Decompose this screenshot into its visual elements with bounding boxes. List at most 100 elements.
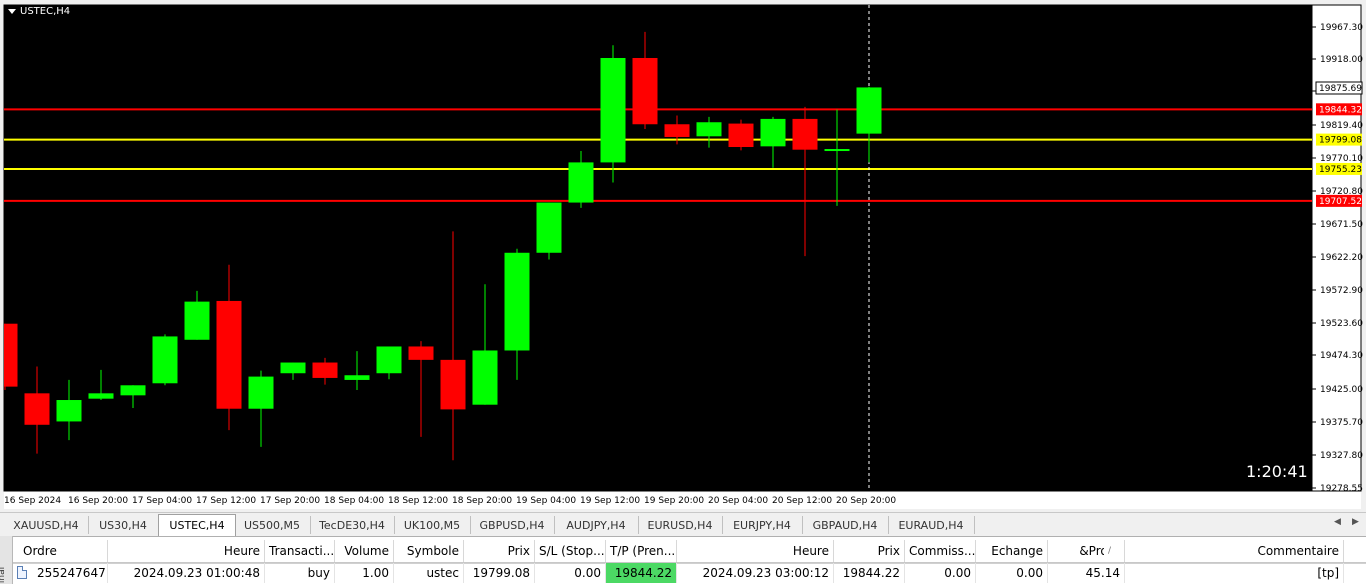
column-header-4[interactable]: Symbole [394,540,464,562]
tab-eurusd-h4[interactable]: EURUSD,H4 [638,516,723,534]
table-cell-0: 255247647 [13,563,108,583]
candle-body [728,123,754,148]
dropdown-triangle-icon[interactable] [8,9,16,14]
table-cell-5: 19799.08 [464,563,535,583]
column-header-2[interactable]: Transacti... [265,540,335,562]
candle-body [824,149,850,152]
tab-gbpusd-h4[interactable]: GBPUSD,H4 [470,516,555,534]
candle-body [536,202,562,253]
candle-body [56,400,82,422]
candle-body [184,301,210,340]
column-header-5[interactable]: Prix [464,540,535,562]
candle-body [600,57,626,163]
candle-body [376,346,402,374]
terminal-side-strip[interactable]: inal [0,536,13,584]
time-axis-label: 18 Sep 20:00 [452,496,512,506]
table-cell-2: buy [265,563,335,583]
candle-body [152,336,178,384]
tab-ustec-h4[interactable]: USTEC,H4 [158,514,236,536]
tab-tecde30-h4[interactable]: TecDE30,H4 [310,516,395,534]
table-cell-4: ustec [394,563,464,583]
candle-body [24,393,50,425]
tabs-scroll-right-icon[interactable]: ▶ [1352,517,1359,527]
column-header-1[interactable]: Heure [108,540,265,562]
bar-countdown-timer: 1:20:41 [1246,462,1308,481]
price-axis-label: 19474.30 [1320,351,1363,361]
price-axis-label: 19375.70 [1320,418,1363,428]
time-axis-label: 20 Sep 20:00 [836,496,896,506]
chart-tabs-bar: XAUUSD,H4 US30,H4 USTEC,H4 US500,M5 TecDE30,… [0,512,1366,537]
candle-body [472,350,498,405]
table-cell-13: [tp] [1125,563,1344,583]
table-cell-1: 2024.09.23 01:00:48 [108,563,265,583]
column-header-3[interactable]: Volume [335,540,394,562]
chart-symbol-label: USTEC,H4 [20,6,71,17]
price-axis-label: 19523.60 [1320,319,1363,329]
price-axis-label: 19327.80 [1320,451,1363,461]
price-axis-label: 19770.10 [1320,154,1363,164]
candle-body [568,162,594,203]
tab-gbpaud-h4[interactable]: GBPAUD,H4 [802,516,889,534]
column-header-7[interactable]: T/P (Pren... [606,540,677,562]
candle-body [344,375,370,380]
candle-body [632,57,658,125]
price-level-tag-label: 19707.52 [1319,197,1362,207]
chart-symbol-title[interactable]: USTEC,H4 [8,6,70,17]
tab-eurjpy-h4[interactable]: EURJPY,H4 [722,516,803,534]
column-header-6[interactable]: S/L (Stop... [535,540,606,562]
price-level-tag-label: 19755.23 [1319,165,1362,175]
chart-plot-background [4,5,1312,491]
table-cell-10: 0.00 [905,563,976,583]
candle-body [408,346,434,360]
tab-us30-h4[interactable]: US30,H4 [88,516,159,534]
tab-uk100-m5[interactable]: UK100,M5 [394,516,471,534]
candle-body [88,393,114,399]
candle-body [248,376,274,409]
price-axis-label: 19622.20 [1320,253,1363,263]
tab-euraud-h4[interactable]: EURAUD,H4 [888,516,975,534]
candle-body [216,300,242,409]
tabs-scroll-left-icon[interactable]: ◀ [1334,517,1341,527]
time-axis-label: 17 Sep 20:00 [260,496,320,506]
candle-body [696,122,722,137]
column-header-9[interactable]: Prix [834,540,905,562]
time-axis-label: 20 Sep 04:00 [708,496,768,506]
price-axis-label: 19918.00 [1320,55,1363,65]
price-axis-label: 19278.55 [1320,484,1363,494]
tab-us500-m5[interactable]: US500,M5 [234,516,311,534]
column-header-13[interactable]: Commentaire [1125,540,1344,562]
time-axis-label: 17 Sep 12:00 [196,496,256,506]
candle-body [120,385,146,396]
terminal-label: inal [0,566,8,584]
column-header-8[interactable]: Heure [677,540,834,562]
price-axis-label: 19819.40 [1320,121,1363,131]
price-chart[interactable]: 19967.3019918.0019868.7019819.4019770.10… [0,0,1366,512]
candle-body [440,359,466,410]
price-level-tag-label: 19844.32 [1319,105,1362,115]
price-axis-label: 19572.90 [1320,286,1363,296]
tab-audjpy-h4[interactable]: AUDJPY,H4 [554,516,639,534]
price-axis-label: 19425.00 [1320,385,1363,395]
column-header-0[interactable]: Ordre [13,540,108,562]
sort-indicator-icon: / [1104,540,1124,562]
table-cell-11: 0.00 [976,563,1048,583]
candle-body [760,118,786,147]
candle-body [4,323,18,387]
price-axis-label: 19967.30 [1320,23,1363,33]
candle-body [280,362,306,374]
current-price-label: 19875.69 [1319,84,1362,94]
time-axis-label: 20 Sep 12:00 [772,496,832,506]
table-cell-6: 0.00 [535,563,606,583]
chart-area[interactable]: 19967.3019918.0019868.7019819.4019770.10… [0,0,1366,512]
table-cell-8: 2024.09.23 03:00:12 [677,563,834,583]
time-axis-label: 18 Sep 04:00 [324,496,384,506]
candle-body [792,118,818,150]
column-header-10[interactable]: Commiss... [905,540,976,562]
price-level-tag-label: 19799.08 [1319,136,1362,146]
time-axis-label: 18 Sep 12:00 [388,496,448,506]
table-cell-9: 19844.22 [834,563,905,583]
time-axis-label: 16 Sep 2024 [4,496,61,506]
tab-xauusd-h4[interactable]: XAUUSD,H4 [4,516,89,534]
time-axis-label: 17 Sep 04:00 [132,496,192,506]
column-header-11[interactable]: Echange [976,540,1048,562]
